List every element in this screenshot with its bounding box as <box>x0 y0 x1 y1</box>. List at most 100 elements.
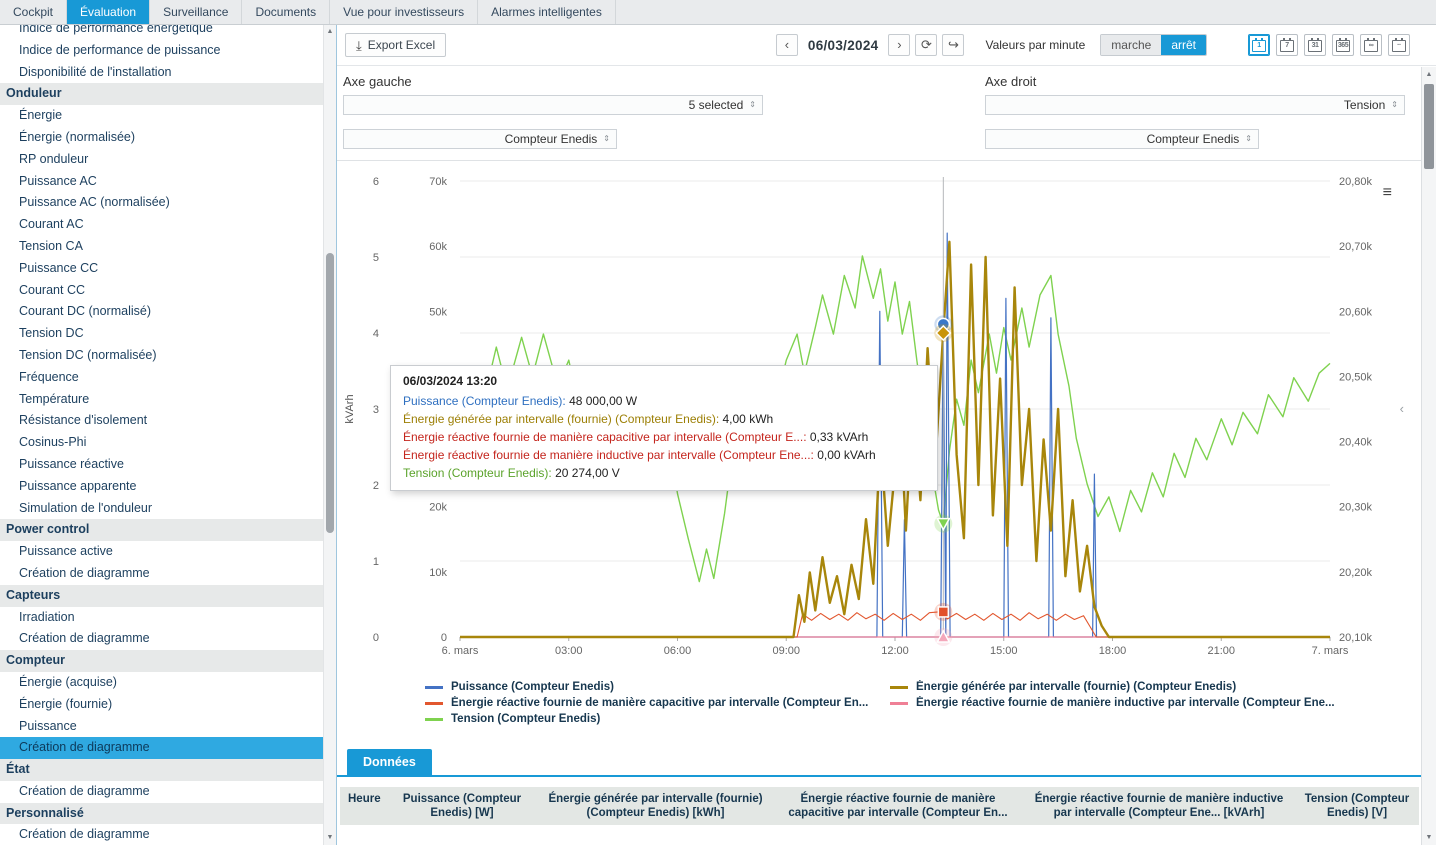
kvarh-tick-label: 4 <box>373 328 379 340</box>
watt-tick-label: 0 <box>441 632 447 644</box>
sidebar-item-cosinus-phi[interactable]: Cosinus-Phi <box>0 432 323 454</box>
nav-tab-alarmes-intelligentes[interactable]: Alarmes intelligentes <box>478 0 616 24</box>
right-axis-label: Axe droit <box>985 74 1405 89</box>
sidebar-section-onduleur: Onduleur <box>0 83 323 105</box>
left-axis-channel-select[interactable]: 5 selected ⇕ <box>343 95 763 115</box>
sidebar-item-puissance-ac[interactable]: Puissance AC <box>0 171 323 193</box>
legend-item-energie-reactive-fournie-de-maniere-capa[interactable]: Énergie réactive fournie de manière capa… <box>425 696 890 711</box>
tooltip-row: Énergie réactive fournie de manière capa… <box>403 428 925 446</box>
sidebar-item-courant-dc-normalise[interactable]: Courant DC (normalisé) <box>0 301 323 323</box>
main-scrollbar[interactable]: ▲ ▼ <box>1421 67 1436 845</box>
marker-square <box>938 607 948 617</box>
prev-day-button[interactable]: ‹ <box>776 34 798 56</box>
sidebar-item-energie-normalisee[interactable]: Énergie (normalisée) <box>0 127 323 149</box>
nav-tab-vue-pour-investisseurs[interactable]: Vue pour investisseurs <box>330 0 478 24</box>
sidebar-item-disponibilite-de-l-installation[interactable]: Disponibilité de l'installation <box>0 62 323 84</box>
sidebar-item-indice-de-performance-de-puissance[interactable]: Indice de performance de puissance <box>0 40 323 62</box>
legend-label: Énergie réactive fournie de manière capa… <box>451 696 868 711</box>
legend-item-energie-reactive-fournie-de-maniere-indu[interactable]: Énergie réactive fournie de manière indu… <box>890 696 1355 711</box>
scroll-down-icon[interactable]: ▼ <box>324 831 336 845</box>
tab-donnees[interactable]: Données <box>347 749 432 775</box>
sidebar-item-indice-de-performance-energetique[interactable]: Indice de performance énergétique <box>0 25 323 40</box>
export-excel-label: Export Excel <box>368 38 435 52</box>
sidebar-item-tension-dc-normalisee[interactable]: Tension DC (normalisée) <box>0 345 323 367</box>
range-button-[interactable]: ·· <box>1388 34 1410 56</box>
left-axis-device-select[interactable]: Compteur Enedis ⇕ <box>343 129 617 149</box>
sidebar-item-puissance-apparente[interactable]: Puissance apparente <box>0 476 323 498</box>
range-button-365[interactable]: 365 <box>1332 34 1354 56</box>
nav-tab-documents[interactable]: Documents <box>242 0 330 24</box>
legend-item-energie-generee-par-intervalle-fournie-c[interactable]: Énergie générée par intervalle (fournie)… <box>890 680 1355 695</box>
left-axis-channel-value: 5 selected <box>689 98 744 112</box>
sidebar-item-creation-de-diagramme[interactable]: Création de diagramme <box>0 628 323 650</box>
sidebar-list: Indice de performance énergétiqueIndice … <box>0 25 323 845</box>
sidebar-item-courant-ac[interactable]: Courant AC <box>0 214 323 236</box>
sidebar-item-resistance-d-isolement[interactable]: Résistance d'isolement <box>0 410 323 432</box>
sidebar-item-energie-fournie[interactable]: Énergie (fournie) <box>0 694 323 716</box>
sidebar-item-energie-acquise[interactable]: Énergie (acquise) <box>0 672 323 694</box>
nav-tab-cockpit[interactable]: Cockpit <box>0 0 67 24</box>
data-table-header: HeurePuissance (Compteur Enedis) [W]Éner… <box>340 787 1419 825</box>
sidebar-item-tension-dc[interactable]: Tension DC <box>0 323 323 345</box>
collapse-panel-icon[interactable]: ‹ <box>1400 401 1404 416</box>
refresh-button[interactable]: ⟳ <box>915 34 937 56</box>
sidebar-item-courant-cc[interactable]: Courant CC <box>0 280 323 302</box>
calendar-icon: 7 <box>1280 40 1294 52</box>
calendar-icon: ∞ <box>1364 40 1378 52</box>
goto-latest-button[interactable]: ↪ <box>942 34 964 56</box>
right-axis-channel-select[interactable]: Tension ⇕ <box>985 95 1405 115</box>
range-button-7[interactable]: 7 <box>1276 34 1298 56</box>
x-tick-label: 06:00 <box>664 645 692 657</box>
sidebar-item-puissance-reactive[interactable]: Puissance réactive <box>0 454 323 476</box>
sidebar-item-creation-de-diagramme[interactable]: Création de diagramme <box>0 824 323 845</box>
sidebar-item-energie[interactable]: Énergie <box>0 105 323 127</box>
values-per-minute-label: Valeurs par minute <box>985 38 1085 52</box>
toolbar-right: ‹ 06/03/2024 › ⟳ ↪ Valeurs par minute ma… <box>776 34 1410 56</box>
range-button-[interactable]: ∞ <box>1360 34 1382 56</box>
sidebar-item-puissance-ac-normalisee[interactable]: Puissance AC (normalisée) <box>0 192 323 214</box>
sidebar-item-frequence[interactable]: Fréquence <box>0 367 323 389</box>
sidebar-item-tension-ca[interactable]: Tension CA <box>0 236 323 258</box>
scroll-up-icon[interactable]: ▲ <box>1422 67 1436 82</box>
column-header-tension-compteur-enedis-v: Tension (Compteur Enedis) [V] <box>1295 787 1419 825</box>
range-button-31[interactable]: 31 <box>1304 34 1326 56</box>
sidebar-item-simulation-de-l-onduleur[interactable]: Simulation de l'onduleur <box>0 498 323 520</box>
date-display[interactable]: 06/03/2024 <box>803 38 884 53</box>
data-tab-bar: Données <box>337 749 1436 777</box>
sidebar-item-creation-de-diagramme[interactable]: Création de diagramme <box>0 781 323 803</box>
right-axis-device-select[interactable]: Compteur Enedis ⇕ <box>985 129 1259 149</box>
x-tick-label: 21:00 <box>1207 645 1235 657</box>
toggle-marche[interactable]: marche <box>1101 35 1161 55</box>
toggle-arret[interactable]: arrêt <box>1161 35 1206 55</box>
sidebar-item-irradiation[interactable]: Irradiation <box>0 607 323 629</box>
legend-label: Énergie réactive fournie de manière indu… <box>916 696 1335 711</box>
legend-item-puissance-compteur-enedis[interactable]: Puissance (Compteur Enedis) <box>425 680 890 695</box>
export-excel-button[interactable]: ⤓ Export Excel <box>345 33 446 57</box>
main-scrollbar-thumb[interactable] <box>1424 84 1434 169</box>
tooltip-label: Énergie réactive fournie de manière capa… <box>403 430 810 444</box>
chart-menu-icon[interactable]: ≡ <box>1383 185 1392 201</box>
nav-tab-evaluation[interactable]: Évaluation <box>67 0 150 24</box>
sidebar-item-puissance-active[interactable]: Puissance active <box>0 541 323 563</box>
sidebar-item-puissance-cc[interactable]: Puissance CC <box>0 258 323 280</box>
sidebar-item-rp-onduleur[interactable]: RP onduleur <box>0 149 323 171</box>
sidebar-item-creation-de-diagramme[interactable]: Création de diagramme <box>0 563 323 585</box>
tooltip-value: 48 000,00 W <box>569 394 637 408</box>
sidebar-item-temperature[interactable]: Température <box>0 389 323 411</box>
next-day-button[interactable]: › <box>888 34 910 56</box>
sidebar-item-puissance[interactable]: Puissance <box>0 716 323 738</box>
watt-tick-label: 70k <box>429 176 447 188</box>
axis-panel: Axe gauche 5 selected ⇕ Compteur Enedis … <box>337 65 1436 161</box>
sidebar-scrollbar-thumb[interactable] <box>326 253 334 533</box>
sidebar-item-creation-de-diagramme[interactable]: Création de diagramme <box>0 737 323 759</box>
sidebar-scrollbar[interactable]: ▲ ▼ <box>323 25 336 845</box>
legend-item-tension-compteur-enedis[interactable]: Tension (Compteur Enedis) <box>425 712 890 727</box>
range-button-1[interactable]: 1 <box>1248 34 1270 56</box>
nav-tab-surveillance[interactable]: Surveillance <box>150 0 242 24</box>
right-axis-channel-value: Tension <box>1344 98 1385 112</box>
scroll-up-icon[interactable]: ▲ <box>324 25 336 39</box>
tooltip-label: Puissance (Compteur Enedis): <box>403 394 569 408</box>
volt-tick-label: 20,70k <box>1339 241 1373 253</box>
scroll-down-icon[interactable]: ▼ <box>1422 830 1436 845</box>
sidebar-section-power-control: Power control <box>0 519 323 541</box>
